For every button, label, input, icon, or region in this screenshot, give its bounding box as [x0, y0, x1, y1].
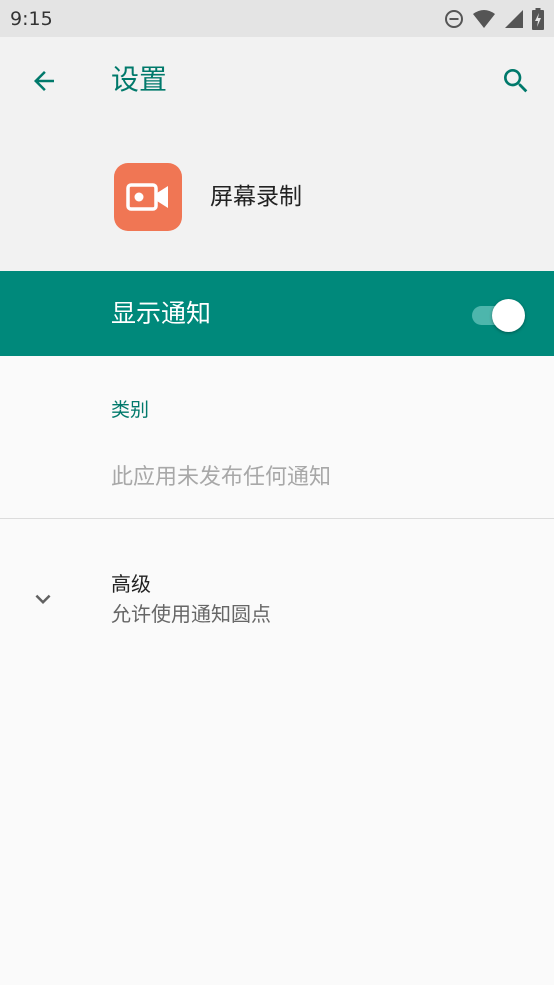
status-time: 9:15: [10, 8, 53, 30]
advanced-row[interactable]: 高级 允许使用通知圆点: [0, 560, 554, 640]
wifi-icon: [473, 10, 495, 28]
chevron-down-icon: [35, 594, 51, 604]
app-header: 屏幕录制: [0, 123, 554, 271]
do-not-disturb-icon: [445, 10, 463, 28]
page-title: 设置: [111, 63, 168, 96]
back-button[interactable]: [22, 59, 66, 103]
show-notifications-toggle[interactable]: [472, 299, 526, 332]
category-header: 类别: [111, 399, 150, 421]
status-icons: [444, 8, 544, 30]
app-bar: 设置: [0, 37, 554, 123]
video-camera-icon: [126, 183, 168, 211]
app-name: 屏幕录制: [210, 184, 302, 210]
show-notifications-label: 显示通知: [111, 299, 212, 328]
advanced-summary: 允许使用通知圆点: [111, 602, 271, 626]
search-button[interactable]: [494, 59, 538, 103]
no-notifications-message: 此应用未发布任何通知: [111, 465, 332, 490]
search-icon: [504, 69, 528, 93]
status-bar: 9:15: [0, 0, 554, 37]
expand-button[interactable]: [26, 582, 60, 616]
toggle-thumb: [492, 299, 525, 332]
advanced-title: 高级: [111, 572, 151, 596]
cell-signal-icon: [505, 10, 523, 28]
divider: [0, 518, 554, 519]
show-notifications-row[interactable]: 显示通知: [0, 271, 554, 356]
battery-charging-icon: [532, 8, 544, 30]
app-icon: [114, 163, 182, 231]
arrow-left-icon: [34, 71, 54, 91]
